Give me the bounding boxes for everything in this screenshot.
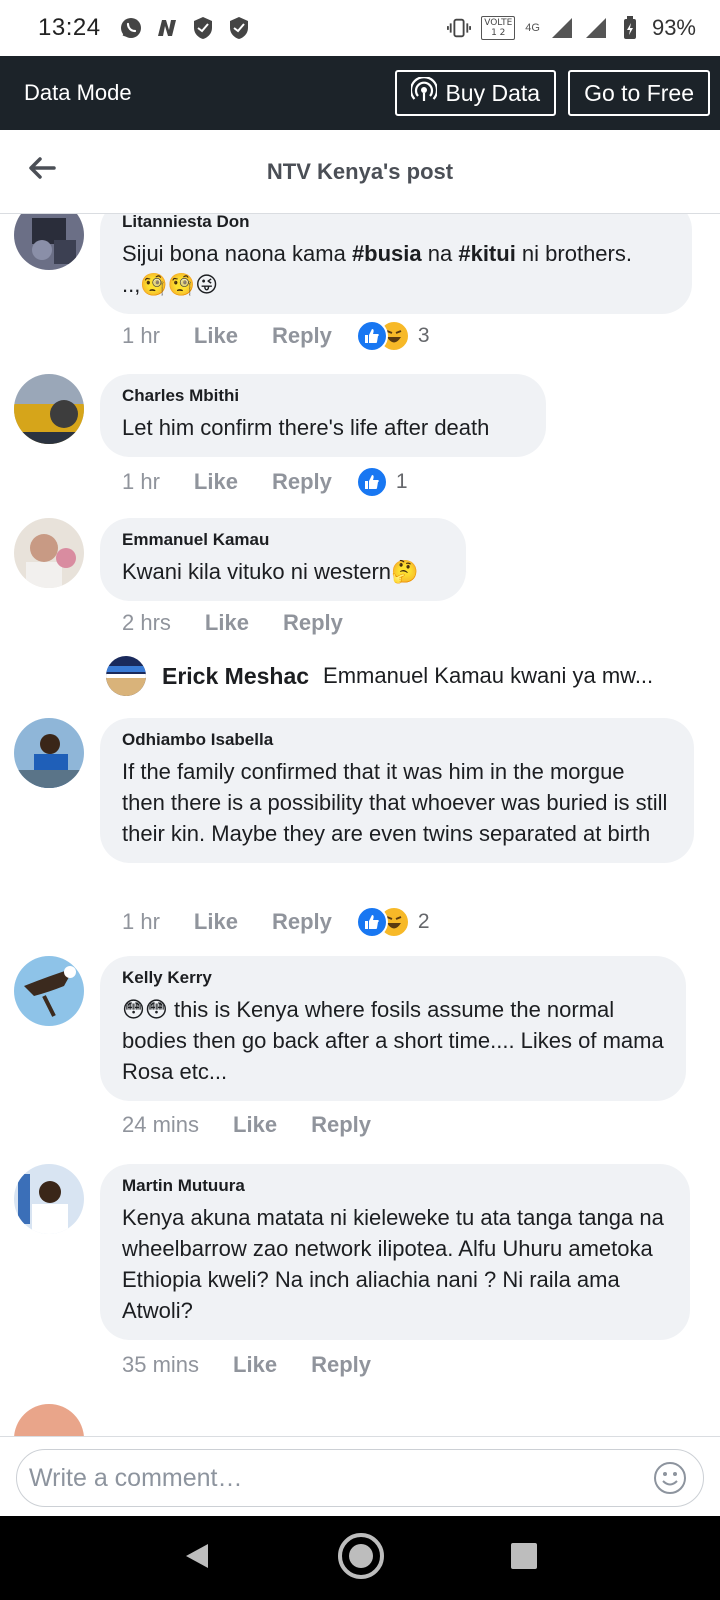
- avatar[interactable]: [14, 518, 84, 588]
- comment-bubble: Odhiambo Isabella If the family confirme…: [100, 718, 694, 863]
- like-button[interactable]: Like: [194, 909, 238, 935]
- comment-text: 😳😳 this is Kenya where fosils assume the…: [122, 997, 664, 1084]
- signal-icon: [550, 16, 574, 40]
- buy-data-button[interactable]: Buy Data: [395, 70, 557, 116]
- comment-input[interactable]: [29, 1463, 609, 1493]
- avatar[interactable]: [14, 214, 84, 270]
- like-reaction-icon: [355, 906, 388, 938]
- comment-time: 35 mins: [122, 1352, 200, 1377]
- post-header: NTV Kenya's post: [0, 130, 720, 214]
- comment-author[interactable]: Litanniesta Don: [122, 214, 670, 232]
- comment-author[interactable]: Martin Mutuura: [122, 1176, 668, 1196]
- like-button[interactable]: Like: [194, 323, 238, 349]
- comment-bubble: Kelly Kerry 😳😳 this is Kenya where fosil…: [100, 956, 686, 1101]
- data-mode-bar: Data Mode Buy Data Go to Free: [0, 56, 720, 130]
- status-time: 13:24: [38, 14, 101, 41]
- reaction-count: 2: [417, 910, 430, 933]
- comment-bubble: Litanniesta Don Sijui bona naona kama #b…: [100, 214, 692, 314]
- reply-button[interactable]: Reply: [272, 909, 332, 935]
- reply-button[interactable]: Reply: [283, 610, 343, 636]
- avatar[interactable]: [14, 718, 84, 788]
- home-nav-icon[interactable]: [336, 1531, 386, 1586]
- back-nav-icon[interactable]: [182, 1541, 212, 1576]
- comment-text: Kenya akuna matata ni kieleweke tu ata t…: [122, 1205, 664, 1323]
- comment-text: If the family confirmed that it was him …: [122, 759, 668, 846]
- hotspot-icon: [410, 76, 439, 109]
- comment-time: 2 hrs: [122, 610, 171, 635]
- comment-field[interactable]: [16, 1449, 704, 1507]
- comment-author[interactable]: Emmanuel Kamau: [122, 530, 444, 550]
- like-button[interactable]: Like: [233, 1112, 277, 1138]
- avatar[interactable]: [106, 656, 146, 696]
- hashtag-link[interactable]: #busia: [352, 241, 422, 266]
- reply-button[interactable]: Reply: [311, 1112, 371, 1138]
- like-button[interactable]: Like: [194, 469, 238, 495]
- whatsapp-icon: [119, 16, 143, 40]
- data-mode-label: Data Mode: [24, 80, 132, 105]
- like-reaction-icon: [355, 320, 388, 352]
- avatar[interactable]: [14, 1164, 84, 1234]
- comments-feed[interactable]: Litanniesta Don Sijui bona naona kama #b…: [0, 214, 720, 1436]
- recents-nav-icon[interactable]: [510, 1542, 538, 1575]
- comment-time: 1 hr: [122, 469, 160, 494]
- comment-meta: 2 hrs Like Reply: [122, 610, 377, 636]
- reply-button[interactable]: Reply: [272, 469, 332, 495]
- avatar[interactable]: [14, 374, 84, 444]
- comment-meta: 24 mins Like Reply: [122, 1112, 405, 1138]
- avatar[interactable]: [14, 1404, 84, 1436]
- comment-author[interactable]: Kelly Kerry: [122, 968, 664, 988]
- emoji-icon[interactable]: [653, 1461, 687, 1495]
- hashtag-link[interactable]: #kitui: [458, 241, 515, 266]
- like-button[interactable]: Like: [205, 610, 249, 636]
- reaction-count: 3: [417, 324, 430, 347]
- buy-data-label: Buy Data: [445, 79, 541, 106]
- comment-text: Let him confirm there's life after death: [122, 415, 490, 440]
- reply-button[interactable]: Reply: [311, 1352, 371, 1378]
- comment-author[interactable]: Odhiambo Isabella: [122, 730, 672, 750]
- comment-text: Kwani kila vituko ni western🤔: [122, 559, 419, 584]
- like-reaction-icon: [355, 466, 388, 498]
- comment-text: Sijui bona naona kama #busia na #kitui n…: [122, 241, 632, 297]
- comment-bubble: Charles Mbithi Let him confirm there's l…: [100, 374, 546, 457]
- reply-author[interactable]: Erick Meshac: [162, 663, 309, 690]
- network-type: 4G: [525, 21, 540, 34]
- shield-icon: [191, 16, 215, 40]
- news-n-icon: [155, 16, 179, 40]
- comment-composer: [0, 1436, 720, 1516]
- reply-button[interactable]: Reply: [272, 323, 332, 349]
- comment-time: 1 hr: [122, 323, 160, 348]
- reaction-summary[interactable]: 2: [355, 906, 430, 938]
- avatar[interactable]: [14, 956, 84, 1026]
- battery-icon: [618, 16, 642, 40]
- comment-time: 24 mins: [122, 1112, 200, 1137]
- go-to-free-button[interactable]: Go to Free: [568, 70, 710, 116]
- vibrate-icon: [447, 16, 472, 40]
- comment-author[interactable]: Charles Mbithi: [122, 386, 524, 406]
- shield-icon-2: [227, 16, 251, 40]
- reaction-count: 1: [395, 470, 408, 493]
- page-title: NTV Kenya's post: [266, 158, 454, 184]
- signal-icon-2: [584, 16, 608, 40]
- comment-meta: 1 hr Like Reply 2: [122, 906, 430, 938]
- comment-meta: 1 hr Like Reply 3: [122, 320, 430, 352]
- reaction-summary[interactable]: 1: [355, 466, 408, 498]
- battery-percent: 93%: [651, 15, 696, 40]
- comment-bubble: Emmanuel Kamau Kwani kila vituko ni west…: [100, 518, 466, 601]
- system-nav-bar: [0, 1516, 720, 1600]
- comment-meta: 35 mins Like Reply: [122, 1352, 405, 1378]
- comment-bubble: Martin Mutuura Kenya akuna matata ni kie…: [100, 1164, 690, 1340]
- reply-text: Emmanuel Kamau kwani ya mw...: [323, 663, 654, 688]
- back-arrow-icon[interactable]: [26, 152, 58, 184]
- reply-preview[interactable]: Erick Meshac Emmanuel Kamau kwani ya mw.…: [106, 656, 653, 696]
- comment-meta: 1 hr Like Reply 1: [122, 466, 408, 498]
- status-bar: 13:24 VOLTE 1 2 4G 93%: [0, 0, 720, 56]
- like-button[interactable]: Like: [233, 1352, 277, 1378]
- reaction-summary[interactable]: 3: [355, 320, 430, 352]
- volte-badge: VOLTE 1 2: [481, 16, 516, 40]
- comment-time: 1 hr: [122, 909, 160, 934]
